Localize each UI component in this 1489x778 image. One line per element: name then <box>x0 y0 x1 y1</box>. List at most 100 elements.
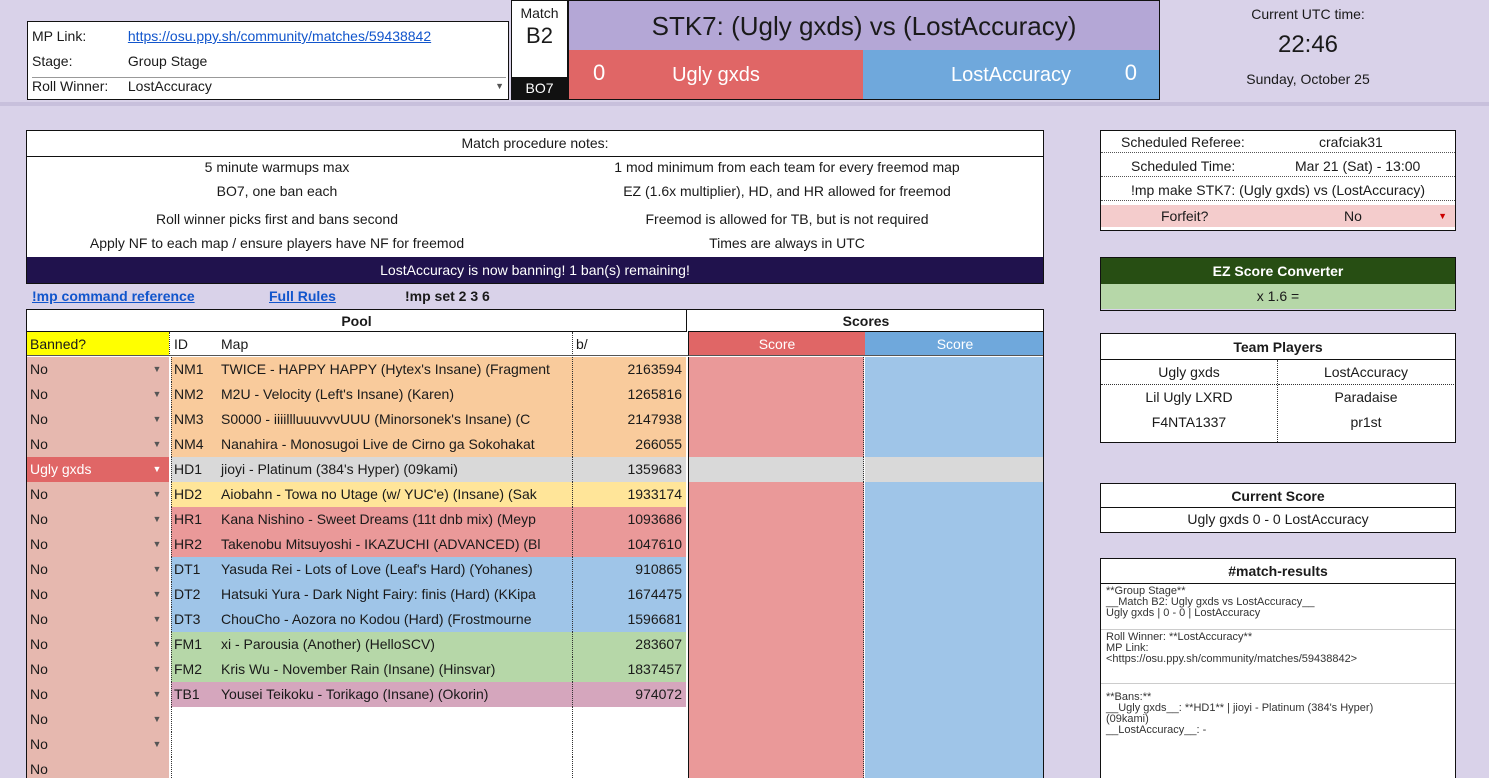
ez-formula[interactable]: x 1.6 = <box>1101 284 1455 309</box>
beatmap-id: 2147938 <box>572 407 686 432</box>
score-blue-cell[interactable] <box>865 682 1043 707</box>
dropdown-arrow-icon[interactable]: ▼ <box>147 607 167 632</box>
score-red-cell[interactable] <box>688 507 864 532</box>
dropdown-arrow-icon[interactable]: ▼ <box>147 657 167 682</box>
utc-label: Current UTC time: <box>1251 6 1365 22</box>
score-blue-cell[interactable] <box>865 582 1043 607</box>
map-title: Kana Nishino - Sweet Dreams (11t dnb mix… <box>217 507 572 532</box>
beatmap-id <box>572 732 686 757</box>
mp-command-reference-link[interactable]: !mp command reference <box>32 288 195 304</box>
utc-clock: Current UTC time: 22:46 Sunday, October … <box>1160 0 1456 100</box>
banned-value: No <box>30 611 48 627</box>
results-roll-block[interactable]: Roll Winner: **LostAccuracy** MP Link: <… <box>1101 630 1455 684</box>
score-blue-cell[interactable] <box>865 657 1043 682</box>
blue-score: 0 <box>1124 60 1137 85</box>
score-blue-cell[interactable] <box>865 457 1043 482</box>
banned-value: No <box>30 536 48 552</box>
table-row: No ▼ HD2 Aiobahn - Towa no Utage (w/ YUC'e)… <box>27 482 1043 507</box>
score-blue-cell[interactable] <box>865 557 1043 582</box>
score-red-cell[interactable] <box>688 557 864 582</box>
forfeit-row[interactable]: Forfeit? No ▼ <box>1101 205 1455 227</box>
note-right: 1 mod minimum from each team for every f… <box>614 159 960 175</box>
score-red-cell[interactable] <box>688 732 864 757</box>
dropdown-arrow-icon[interactable]: ▼ <box>147 457 167 482</box>
dropdown-arrow-icon[interactable]: ▼ <box>147 682 167 707</box>
score-red-cell[interactable] <box>688 707 864 732</box>
dropdown-arrow-icon[interactable]: ▼ <box>147 482 167 507</box>
map-id: DT1 <box>171 557 217 582</box>
score-blue-cell[interactable] <box>865 382 1043 407</box>
score-blue-cell[interactable] <box>865 357 1043 382</box>
score-blue-cell[interactable] <box>865 732 1043 757</box>
roll-winner-row[interactable]: Roll Winner: LostAccuracy ▼ <box>32 77 506 94</box>
dropdown-arrow-icon[interactable]: ▼ <box>147 707 167 732</box>
red-player: F4NTA1337 <box>1151 414 1227 430</box>
dropdown-arrow-icon[interactable]: ▼ <box>147 357 167 382</box>
forfeit-label: Forfeit? <box>1161 208 1209 224</box>
score-red-cell[interactable] <box>688 607 864 632</box>
score-red-cell[interactable] <box>688 407 864 432</box>
score-red-cell[interactable] <box>688 457 864 482</box>
score-red-cell[interactable] <box>688 582 864 607</box>
results-bans-block[interactable]: **Bans:** __Ugly gxds__: **HD1** | jioyi… <box>1101 684 1455 754</box>
banned-value: No <box>30 436 48 452</box>
score-blue-cell[interactable] <box>865 507 1043 532</box>
table-row: No ▼ <box>27 732 1043 757</box>
beatmap-id: 1674475 <box>572 582 686 607</box>
map-title: ChouCho - Aozora no Kodou (Hard) (Frostm… <box>217 607 572 632</box>
col-id: ID <box>169 332 217 356</box>
dropdown-arrow-icon[interactable]: ▼ <box>147 557 167 582</box>
score-red-cell[interactable] <box>688 382 864 407</box>
score-blue-cell[interactable] <box>865 432 1043 457</box>
banned-value: No <box>30 636 48 652</box>
score-red-cell[interactable] <box>688 632 864 657</box>
score-blue-cell[interactable] <box>865 707 1043 732</box>
utc-date: Sunday, October 25 <box>1246 71 1370 87</box>
dropdown-arrow-icon[interactable]: ▼ <box>147 532 167 557</box>
dropdown-arrow-icon[interactable]: ▼ <box>147 407 167 432</box>
map-id: FM1 <box>171 632 217 657</box>
beatmap-id: 1837457 <box>572 657 686 682</box>
map-title: Takenobu Mitsuyoshi - IKAZUCHI (ADVANCED… <box>217 532 572 557</box>
mp-link[interactable]: https://osu.ppy.sh/community/matches/594… <box>128 28 431 44</box>
table-row: No ▼ NM1 TWICE - HAPPY HAPPY (Hytex's Insan… <box>27 357 1043 382</box>
table-row: No ▼ TB1 Yousei Teikoku - Torikago (Insane)… <box>27 682 1043 707</box>
full-rules-link[interactable]: Full Rules <box>269 288 336 304</box>
dropdown-arrow-icon[interactable]: ▼ <box>147 382 167 407</box>
beatmap-id: 1047610 <box>572 532 686 557</box>
dropdown-arrow-icon[interactable]: ▼ <box>147 632 167 657</box>
blue-team-bar: LostAccuracy 0 <box>863 50 1160 100</box>
col-banned: Banned? <box>27 332 169 356</box>
ez-title: EZ Score Converter <box>1101 258 1455 284</box>
team-players-box: Team Players Ugly gxds Lil Ugly LXRD F4N… <box>1100 333 1456 443</box>
table-row: No ▼ NM3 S0000 - iiiillluuuvvvUUU (Minorson… <box>27 407 1043 432</box>
banned-select[interactable]: No <box>27 757 169 778</box>
banned-value: No <box>30 486 48 502</box>
results-header-block[interactable]: **Group Stage** __Match B2: Ugly gxds vs… <box>1101 584 1455 630</box>
referee-name: crafciak31 <box>1319 134 1383 150</box>
dropdown-arrow-icon[interactable]: ▼ <box>1438 205 1447 227</box>
score-red-cell[interactable] <box>688 532 864 557</box>
referee-label: Scheduled Referee: <box>1121 134 1245 150</box>
score-blue-cell[interactable] <box>865 532 1043 557</box>
score-red-cell[interactable] <box>688 757 864 778</box>
score-red-cell[interactable] <box>688 682 864 707</box>
roll-winner-label: Roll Winner: <box>32 78 109 94</box>
scheduled-time-label: Scheduled Time: <box>1131 158 1236 174</box>
score-red-cell[interactable] <box>688 657 864 682</box>
score-red-cell[interactable] <box>688 482 864 507</box>
score-blue-cell[interactable] <box>865 757 1043 778</box>
note-left: BO7, one ban each <box>216 183 338 199</box>
score-blue-cell[interactable] <box>865 482 1043 507</box>
dropdown-arrow-icon[interactable]: ▼ <box>495 81 504 91</box>
dropdown-arrow-icon[interactable]: ▼ <box>147 507 167 532</box>
score-blue-cell[interactable] <box>865 407 1043 432</box>
dropdown-arrow-icon[interactable]: ▼ <box>147 732 167 757</box>
score-blue-cell[interactable] <box>865 607 1043 632</box>
header-divider <box>0 102 1489 106</box>
score-red-cell[interactable] <box>688 357 864 382</box>
dropdown-arrow-icon[interactable]: ▼ <box>147 582 167 607</box>
dropdown-arrow-icon[interactable]: ▼ <box>147 432 167 457</box>
score-blue-cell[interactable] <box>865 632 1043 657</box>
score-red-cell[interactable] <box>688 432 864 457</box>
